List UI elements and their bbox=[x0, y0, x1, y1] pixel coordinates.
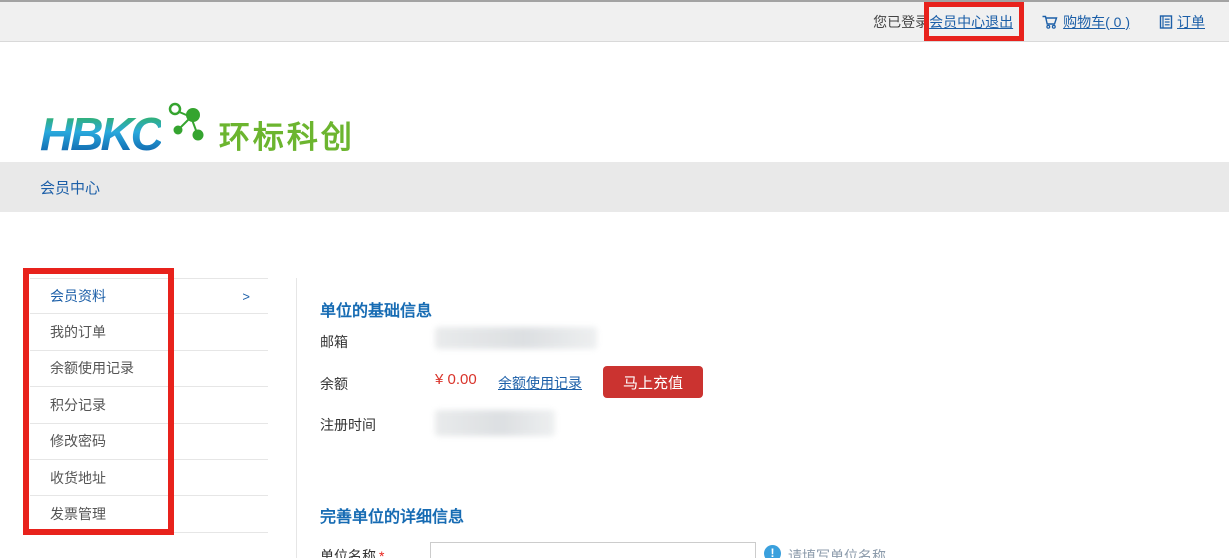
sidebar-item-label: 我的订单 bbox=[50, 322, 106, 342]
sidebar-item-label: 发票管理 bbox=[50, 504, 106, 524]
register-time-label: 注册时间 bbox=[320, 415, 376, 435]
logged-in-text: 您已登录 bbox=[873, 12, 929, 32]
member-center-page: 您已登录 会员中心退出 购物车( 0 ) bbox=[0, 0, 1229, 558]
info-icon: ! bbox=[764, 545, 781, 558]
member-center-exit-link[interactable]: 会员中心退出 bbox=[929, 12, 1013, 32]
company-name-hint: 请填写单位名称 bbox=[788, 546, 886, 558]
site-header: HBKC 环标科创 产品分类 首页 产品查询 bbox=[0, 43, 1229, 162]
sidebar-item-label: 收货地址 bbox=[50, 468, 106, 488]
balance-value: ¥ 0.00 bbox=[435, 371, 477, 388]
sidebar-item-balance-records[interactable]: 余额使用记录 bbox=[30, 351, 268, 387]
sidebar-item-invoice-management[interactable]: 发票管理 bbox=[30, 496, 268, 532]
logo-wordmark: HBKC bbox=[40, 111, 161, 157]
balance-label: 余额 bbox=[320, 374, 348, 394]
section-title-basic-info: 单位的基础信息 bbox=[320, 297, 432, 321]
orders-label: 订单 bbox=[1177, 12, 1205, 32]
site-logo[interactable]: HBKC 环标科创 bbox=[40, 101, 355, 157]
sidebar-item-points-records[interactable]: 积分记录 bbox=[30, 387, 268, 423]
email-label: 邮箱 bbox=[320, 332, 348, 352]
sidebar-item-label: 积分记录 bbox=[50, 395, 106, 415]
topbar: 您已登录 会员中心退出 购物车( 0 ) bbox=[0, 0, 1229, 42]
logo-brand-name: 环标科创 bbox=[219, 122, 355, 157]
chevron-right-icon: > bbox=[242, 289, 250, 304]
register-time-redacted bbox=[435, 410, 555, 436]
cart-label: 购物车( 0 ) bbox=[1063, 12, 1130, 32]
balance-history-link[interactable]: 余额使用记录 bbox=[498, 373, 582, 393]
recharge-button[interactable]: 马上充值 bbox=[603, 366, 703, 398]
order-icon bbox=[1158, 14, 1173, 30]
cart-icon bbox=[1041, 14, 1059, 30]
cart-link[interactable]: 购物车( 0 ) bbox=[1041, 12, 1130, 32]
company-name-label: 单位名称* bbox=[320, 546, 384, 558]
page-title: 会员中心 bbox=[40, 177, 100, 198]
content-divider bbox=[296, 278, 297, 558]
breadcrumb-band: 会员中心 bbox=[0, 162, 1229, 212]
sidebar-item-member-profile[interactable]: 会员资料 > bbox=[30, 278, 268, 314]
section-title-detail-info: 完善单位的详细信息 bbox=[320, 503, 464, 527]
sidebar-item-label: 会员资料 bbox=[50, 286, 106, 306]
email-value-redacted bbox=[435, 327, 597, 349]
sidebar-item-label: 修改密码 bbox=[50, 431, 106, 451]
orders-link[interactable]: 订单 bbox=[1158, 12, 1205, 32]
sidebar-item-change-password[interactable]: 修改密码 bbox=[30, 424, 268, 460]
required-asterisk: * bbox=[379, 548, 384, 558]
sidebar-menu: 会员资料 > 我的订单 余额使用记录 积分记录 修改密码 收货地址 发票管理 bbox=[30, 278, 268, 533]
sidebar-item-label: 余额使用记录 bbox=[50, 358, 134, 378]
sidebar-item-shipping-address[interactable]: 收货地址 bbox=[30, 460, 268, 496]
company-name-input[interactable] bbox=[430, 542, 756, 558]
sidebar-item-my-orders[interactable]: 我的订单 bbox=[30, 314, 268, 350]
molecule-icon bbox=[163, 101, 207, 143]
